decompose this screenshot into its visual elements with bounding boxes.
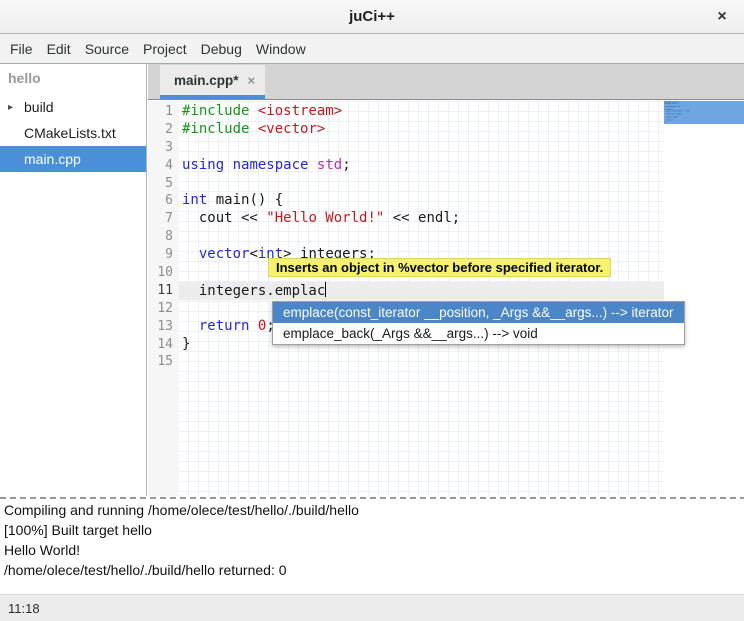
sidebar-item-build[interactable]: ▸ build: [0, 94, 146, 120]
output-line: [100%] Built target hello: [4, 520, 740, 540]
tab-close-icon[interactable]: ×: [248, 73, 256, 88]
editor-line[interactable]: 2#include <vector>: [148, 121, 664, 139]
code-text: #include <vector>: [179, 121, 664, 139]
expander-icon[interactable]: ▸: [8, 102, 24, 113]
file-tree: ▸ build CMakeLists.txt main.cpp: [0, 94, 146, 172]
editor-line[interactable]: 1#include <iostream>: [148, 103, 664, 121]
autocomplete-item-emplace[interactable]: emplace(const_iterator __position, _Args…: [273, 302, 684, 323]
line-number: 4: [148, 157, 179, 175]
editor-line[interactable]: 4using namespace std;: [148, 157, 664, 175]
tree-item-label: main.cpp: [24, 151, 81, 167]
code-text: #include <iostream>: [179, 103, 664, 121]
editor-line[interactable]: 6int main() {: [148, 192, 664, 210]
code-text: integers.emplac: [179, 282, 664, 300]
line-number: 5: [148, 175, 179, 193]
line-number: 3: [148, 139, 179, 157]
editor-line[interactable]: 3: [148, 139, 664, 157]
doc-tooltip: Inserts an object in %vector before spec…: [268, 258, 611, 277]
line-number: 15: [148, 353, 179, 371]
menu-edit[interactable]: Edit: [40, 41, 78, 57]
code-editor[interactable]: 1#include <iostream>2#include <vector>34…: [148, 101, 664, 497]
code-text: using namespace std;: [179, 157, 664, 175]
title-bar: juCi++ ×: [0, 0, 744, 34]
autocomplete-item-emplace-back[interactable]: emplace_back(_Args &&__args...) --> void: [273, 323, 684, 344]
output-line: Compiling and running /home/olece/test/h…: [4, 500, 740, 520]
line-number: 6: [148, 192, 179, 210]
minimap-viewport[interactable]: #include <iostream> #include <vector> us…: [664, 101, 744, 124]
code-text: [179, 139, 664, 157]
line-number: 11: [148, 282, 179, 300]
output-pane[interactable]: Compiling and running /home/olece/test/h…: [0, 499, 744, 594]
code-text: [179, 175, 664, 193]
menu-project[interactable]: Project: [136, 41, 194, 57]
code-text: cout << "Hello World!" << endl;: [179, 210, 664, 228]
code-text: [179, 353, 664, 371]
close-icon[interactable]: ×: [710, 5, 734, 29]
status-bar: 11:18: [0, 594, 744, 621]
editor-line[interactable]: 7 cout << "Hello World!" << endl;: [148, 210, 664, 228]
autocomplete-popup: emplace(const_iterator __position, _Args…: [272, 301, 685, 345]
line-number: 13: [148, 318, 179, 336]
line-number: 14: [148, 336, 179, 354]
menu-window[interactable]: Window: [249, 41, 313, 57]
sidebar-item-maincpp[interactable]: main.cpp: [0, 146, 146, 172]
menu-file[interactable]: File: [3, 41, 40, 57]
line-number: 2: [148, 121, 179, 139]
output-line: Hello World!: [4, 540, 740, 560]
code-text: [179, 228, 664, 246]
tab-bar: main.cpp* ×: [148, 64, 744, 100]
line-number: 12: [148, 300, 179, 318]
menu-source[interactable]: Source: [78, 41, 136, 57]
tab-maincpp[interactable]: main.cpp* ×: [160, 65, 265, 99]
line-number: 10: [148, 264, 179, 282]
editor-line[interactable]: 5: [148, 175, 664, 193]
editor-line[interactable]: 11 integers.emplac: [148, 282, 664, 300]
project-sidebar: hello ▸ build CMakeLists.txt main.cpp: [0, 64, 147, 497]
juci-window: juCi++ × File Edit Source Project Debug …: [0, 0, 744, 621]
text-cursor: [325, 282, 326, 297]
tree-item-label: build: [24, 99, 54, 115]
sidebar-item-cmakelists[interactable]: CMakeLists.txt: [0, 120, 146, 146]
window-title: juCi++: [349, 8, 395, 25]
code-text: int main() {: [179, 192, 664, 210]
minimap-code: #include <iostream> #include <vector> us…: [664, 101, 744, 123]
output-line: /home/olece/test/hello/./build/hello ret…: [4, 560, 740, 580]
line-number: 1: [148, 103, 179, 121]
editor-line[interactable]: 8: [148, 228, 664, 246]
project-name-header: hello: [0, 64, 146, 92]
tab-label: main.cpp*: [174, 73, 239, 88]
minimap[interactable]: #include <iostream> #include <vector> us…: [664, 101, 744, 497]
status-time: 11:18: [8, 601, 40, 616]
menu-bar: File Edit Source Project Debug Window: [0, 34, 744, 64]
editor-line[interactable]: 15: [148, 353, 664, 371]
line-number: 9: [148, 246, 179, 264]
line-number: 7: [148, 210, 179, 228]
active-tab-underline: [160, 95, 265, 99]
menu-debug[interactable]: Debug: [194, 41, 249, 57]
line-number: 8: [148, 228, 179, 246]
tree-item-label: CMakeLists.txt: [24, 125, 116, 141]
